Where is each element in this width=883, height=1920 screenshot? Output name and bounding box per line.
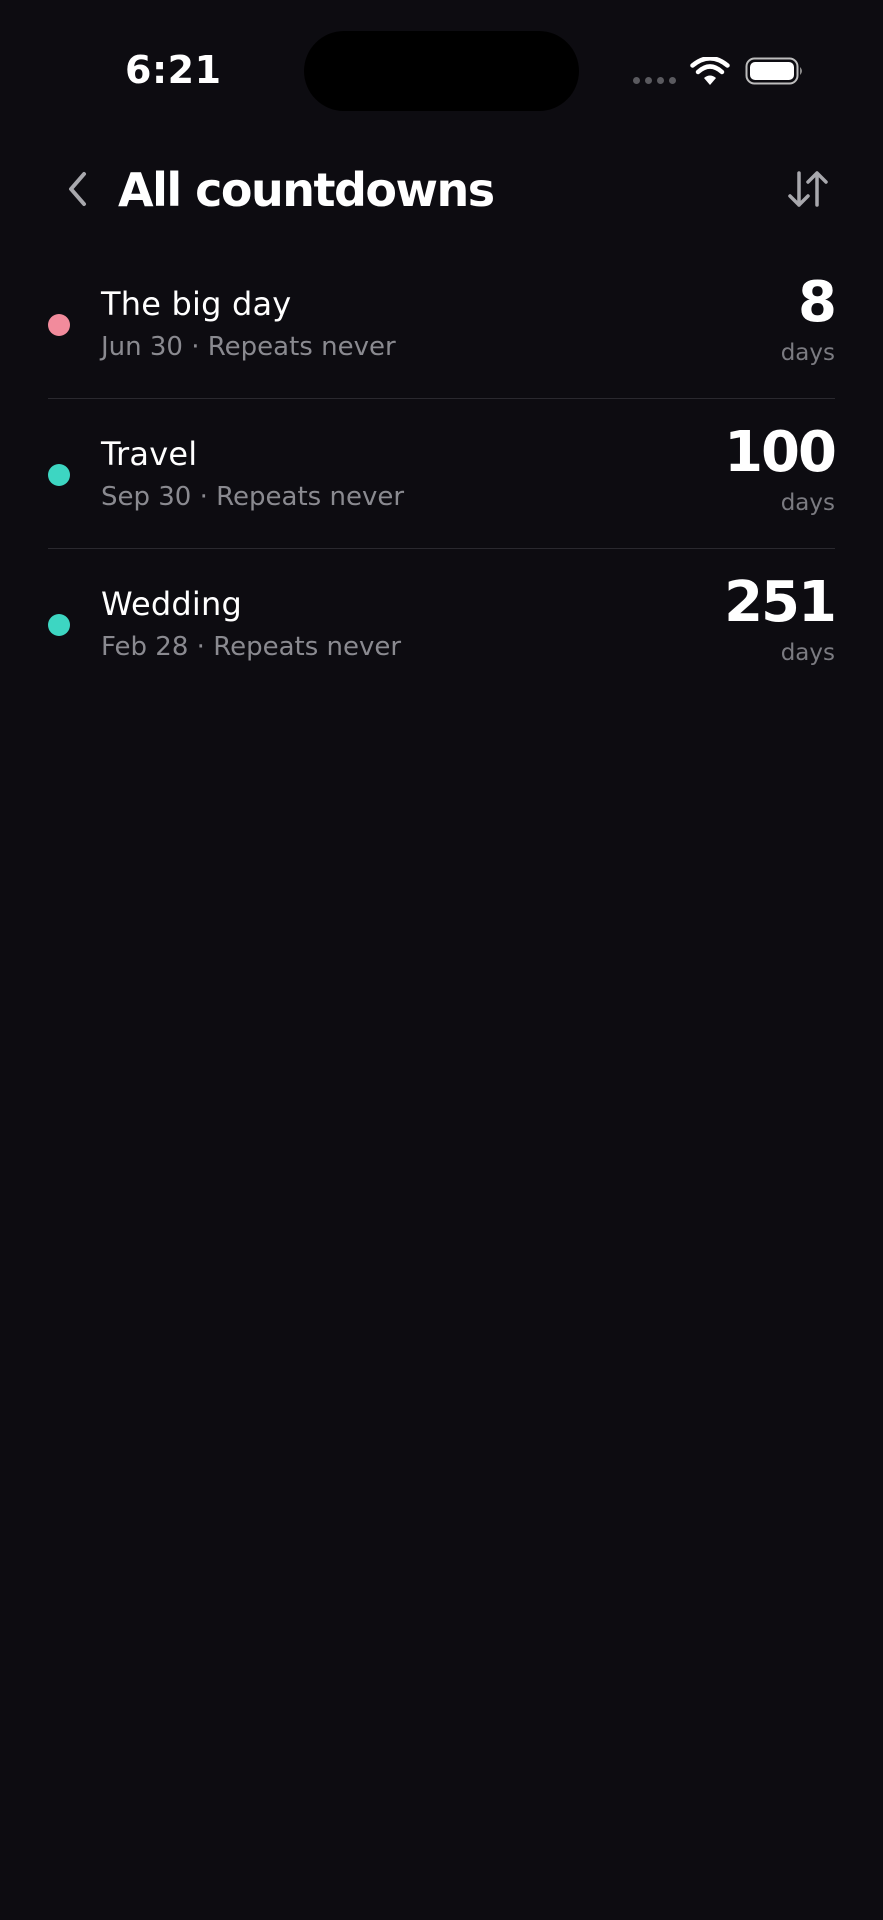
countdown-days-count: 8 — [798, 270, 837, 335]
countdown-repeat: Repeats never — [207, 332, 396, 362]
countdown-row[interactable]: Travel Sep 30 · Repeats never 100 days — [48, 399, 837, 549]
back-button[interactable] — [55, 164, 99, 214]
battery-icon — [745, 57, 802, 85]
countdown-meta: Feb 28 · Repeats never — [101, 632, 401, 662]
countdown-title: Travel — [101, 435, 198, 473]
wifi-icon — [690, 57, 730, 85]
countdown-repeat: Repeats never — [216, 482, 405, 512]
countdown-title: Wedding — [101, 585, 242, 623]
meta-separator: · — [196, 632, 205, 662]
countdown-meta: Sep 30 · Repeats never — [101, 482, 404, 512]
countdown-days-count: 100 — [724, 420, 837, 485]
countdown-days-count: 251 — [724, 570, 837, 635]
countdown-list: The big day Jun 30 · Repeats never 8 day… — [48, 249, 837, 698]
header: All countdowns — [0, 150, 883, 230]
sort-button[interactable] — [781, 164, 835, 214]
countdown-date: Jun 30 — [101, 332, 183, 362]
page-title: All countdowns — [118, 163, 495, 217]
meta-separator: · — [191, 332, 200, 362]
status-bar: 6:21 — [0, 0, 883, 140]
color-dot — [48, 464, 70, 486]
status-time: 6:21 — [125, 48, 222, 92]
countdown-date: Feb 28 — [101, 632, 189, 662]
countdown-meta: Jun 30 · Repeats never — [101, 332, 396, 362]
countdown-date: Sep 30 — [101, 482, 192, 512]
sort-arrows-icon — [788, 171, 828, 207]
meta-separator: · — [199, 482, 208, 512]
countdown-title: The big day — [101, 285, 292, 323]
chevron-left-icon — [69, 172, 86, 206]
countdown-row[interactable]: Wedding Feb 28 · Repeats never 251 days — [48, 549, 837, 698]
countdown-row[interactable]: The big day Jun 30 · Repeats never 8 day… — [48, 249, 837, 399]
color-dot — [48, 614, 70, 636]
dynamic-island — [304, 31, 579, 111]
countdown-repeat: Repeats never — [213, 632, 402, 662]
color-dot — [48, 314, 70, 336]
signal-dots-icon — [633, 77, 676, 84]
countdown-days-unit: days — [780, 340, 835, 366]
countdown-days-unit: days — [780, 640, 835, 666]
countdown-days-unit: days — [780, 490, 835, 516]
